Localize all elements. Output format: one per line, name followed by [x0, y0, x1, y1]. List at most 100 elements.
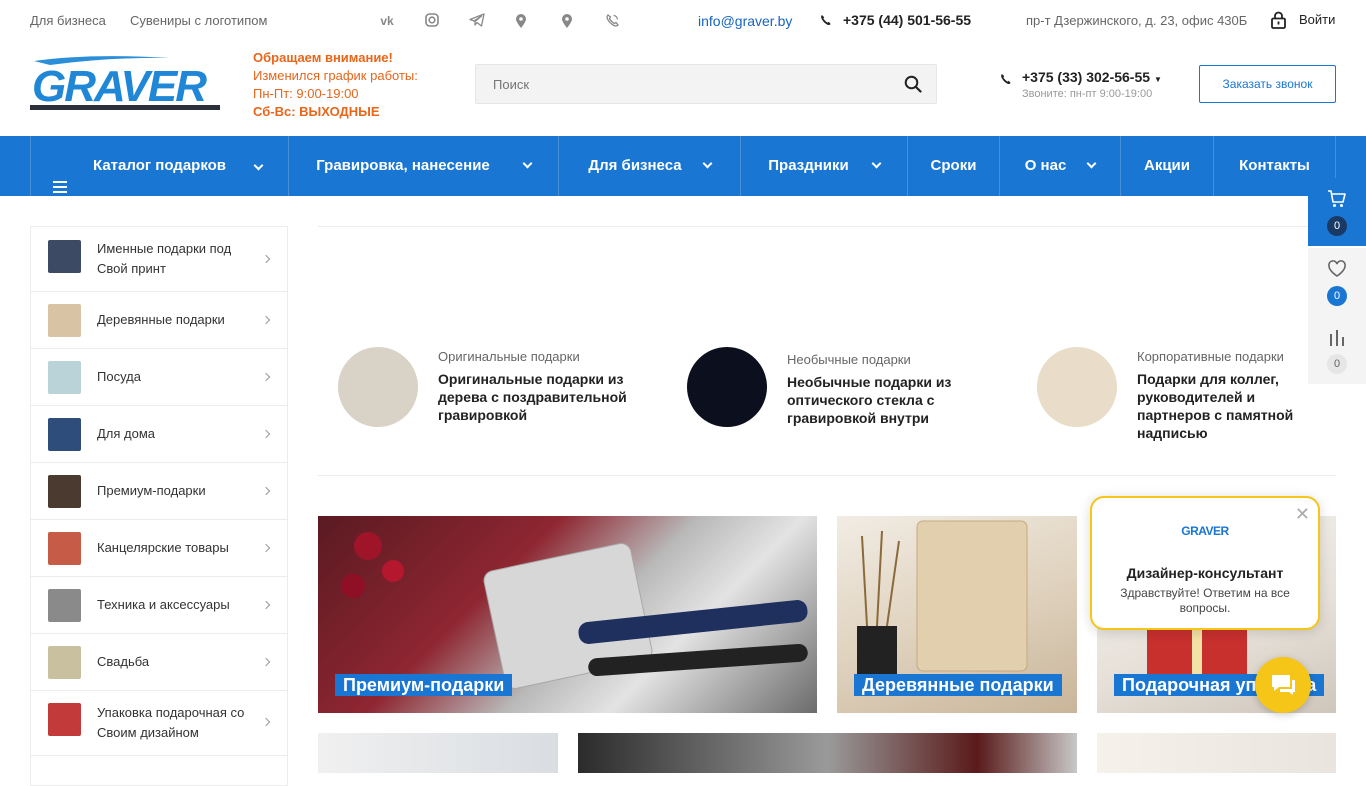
nav-label: Каталог подарков: [93, 157, 227, 174]
top-phone[interactable]: +375 (44) 501-56-55: [843, 12, 971, 28]
teaser-category: Корпоративные подарки: [1137, 349, 1284, 364]
map-pin-icon[interactable]: [559, 13, 575, 29]
chevron-down-icon: [253, 160, 264, 171]
chevron-right-icon: [261, 657, 271, 667]
teaser-title[interactable]: Оригинальные подарки из дерева с поздрав…: [438, 370, 638, 424]
nav-label: Акции: [1143, 157, 1190, 174]
sidebar-item-dishes[interactable]: Посуда: [31, 349, 287, 406]
teaser-category: Оригинальные подарки: [438, 349, 580, 364]
logo[interactable]: GRAVER: [30, 55, 220, 111]
tile-caption: Премиум-подарки: [335, 674, 513, 696]
lock-icon[interactable]: [1270, 11, 1287, 32]
category-thumbnail: [48, 361, 81, 394]
phone-note: Звоните: пн-пт 9:00-19:00: [1022, 88, 1153, 100]
notice-line: Пн-Пт: 9:00-19:00: [253, 86, 359, 101]
cart-count: 0: [1327, 216, 1347, 236]
login-link[interactable]: Войти: [1299, 12, 1335, 27]
sidebar-item-label: Посуда: [97, 369, 141, 384]
close-icon[interactable]: ✕: [1295, 504, 1310, 525]
sidebar-item-label: Свадьба: [97, 654, 150, 669]
top-link-business[interactable]: Для бизнеса: [30, 13, 106, 28]
phone-dropdown-icon[interactable]: ▼: [1154, 75, 1162, 84]
svg-text:GRAVER: GRAVER: [32, 62, 207, 111]
sidebar-item-tech[interactable]: Техника и аксессуары: [31, 577, 287, 634]
tile-stationery[interactable]: [318, 733, 558, 773]
search-icon[interactable]: [904, 75, 922, 93]
nav-terms[interactable]: Сроки: [907, 136, 999, 196]
top-bar: Для бизнеса Сувениры с логотипом vk info…: [0, 0, 1366, 42]
nav-label: О нас: [1024, 157, 1067, 174]
chevron-right-icon: [261, 372, 271, 382]
header-phone[interactable]: +375 (33) 302-56-55: [1022, 69, 1150, 85]
vk-icon[interactable]: vk: [379, 13, 395, 29]
sidebar-item-wooden[interactable]: Деревянные подарки: [31, 292, 287, 349]
chevron-right-icon: [261, 717, 271, 727]
sidebar-item-label: Упаковка подарочная со Своим дизайном: [97, 705, 245, 740]
teaser-category: Необычные подарки: [787, 352, 911, 367]
header-phone-block: +375 (33) 302-56-55 ▼ Звоните: пн-пт 9:0…: [1000, 69, 1162, 100]
nav-engraving[interactable]: Гравировка, нанесение: [288, 136, 558, 196]
top-link-souvenirs[interactable]: Сувениры с логотипом: [130, 13, 267, 28]
notice-title: Обращаем внимание!: [253, 50, 393, 65]
nav-label: Праздники: [768, 157, 849, 174]
instagram-icon[interactable]: [424, 13, 440, 29]
sidebar-item-label: Деревянные подарки: [97, 312, 225, 327]
favorites-button[interactable]: 0: [1308, 248, 1366, 316]
sidebar-item-label: Премиум-подарки: [97, 483, 206, 498]
chat-button[interactable]: [1255, 657, 1311, 713]
cart-icon: [1308, 190, 1366, 210]
teaser-image: [338, 347, 418, 427]
nav-holidays[interactable]: Праздники: [740, 136, 907, 196]
sidebar-item-packaging[interactable]: Упаковка подарочная со Своим дизайном: [31, 691, 287, 756]
category-thumbnail: [48, 646, 81, 679]
sidebar-item-home[interactable]: Для дома: [31, 406, 287, 463]
tile-premium[interactable]: Премиум-подарки: [318, 516, 817, 713]
heart-icon: [1308, 260, 1366, 280]
category-thumbnail: [48, 589, 81, 622]
address: пр-т Дзержинского, д. 23, офис 430Б: [1026, 13, 1248, 28]
chevron-right-icon: [261, 486, 271, 496]
chevron-right-icon: [261, 254, 271, 264]
teasers-block: Оригинальные подарки Оригинальные подарк…: [318, 226, 1336, 476]
nav-label: Гравировка, нанесение: [316, 157, 490, 174]
sidebar-item-stationery[interactable]: Канцелярские товары: [31, 520, 287, 577]
nav-label: Контакты: [1239, 157, 1310, 174]
tile-caption: Деревянные подарки: [854, 674, 1062, 696]
compare-button[interactable]: 0: [1308, 316, 1366, 384]
cart-button[interactable]: 0: [1308, 178, 1366, 246]
chevron-down-icon: [522, 158, 533, 169]
sidebar-item-named-gifts[interactable]: Именные подарки под Свой принт: [31, 227, 287, 292]
nav-about[interactable]: О нас: [999, 136, 1120, 196]
chevron-right-icon: [261, 429, 271, 439]
main-nav: Каталог подарков Гравировка, нанесение Д…: [0, 136, 1366, 196]
phone-icon: [1000, 72, 1011, 90]
sidebar-item-wedding[interactable]: Свадьба: [31, 634, 287, 691]
nav-catalog[interactable]: Каталог подарков: [30, 136, 288, 196]
notice-line: Сб-Вс: ВЫХОДНЫЕ: [253, 104, 380, 119]
category-thumbnail: [48, 703, 81, 736]
category-thumbnail: [48, 304, 81, 337]
sidebar-item-premium[interactable]: Премиум-подарки: [31, 463, 287, 520]
nav-sales[interactable]: Акции: [1120, 136, 1213, 196]
sidebar-item-label: Для дома: [97, 426, 156, 441]
telegram-icon[interactable]: [469, 13, 485, 29]
email-link[interactable]: info@graver.by: [698, 13, 792, 29]
teaser-title[interactable]: Необычные подарки из оптического стекла …: [787, 373, 987, 427]
tile-calendar[interactable]: [1097, 733, 1336, 773]
map-pin-icon[interactable]: [513, 13, 529, 29]
tile-wooden[interactable]: Деревянные подарки: [837, 516, 1077, 713]
chevron-down-icon: [1086, 158, 1097, 169]
callback-button[interactable]: Заказать звонок: [1199, 65, 1336, 103]
teaser-title[interactable]: Подарки для коллег, руководителей и парт…: [1137, 370, 1312, 442]
nav-business[interactable]: Для бизнеса: [558, 136, 740, 196]
nav-label: Сроки: [930, 157, 977, 174]
notice-line: Изменился график работы:: [253, 68, 418, 83]
chevron-right-icon: [261, 600, 271, 610]
chevron-right-icon: [261, 543, 271, 553]
tile-tech[interactable]: [578, 733, 1077, 773]
chevron-down-icon: [871, 158, 882, 169]
search-input[interactable]: [476, 65, 876, 103]
category-thumbnail: [48, 418, 81, 451]
viber-icon[interactable]: [604, 13, 620, 29]
schedule-notice: Обращаем внимание! Изменился график рабо…: [253, 49, 418, 121]
